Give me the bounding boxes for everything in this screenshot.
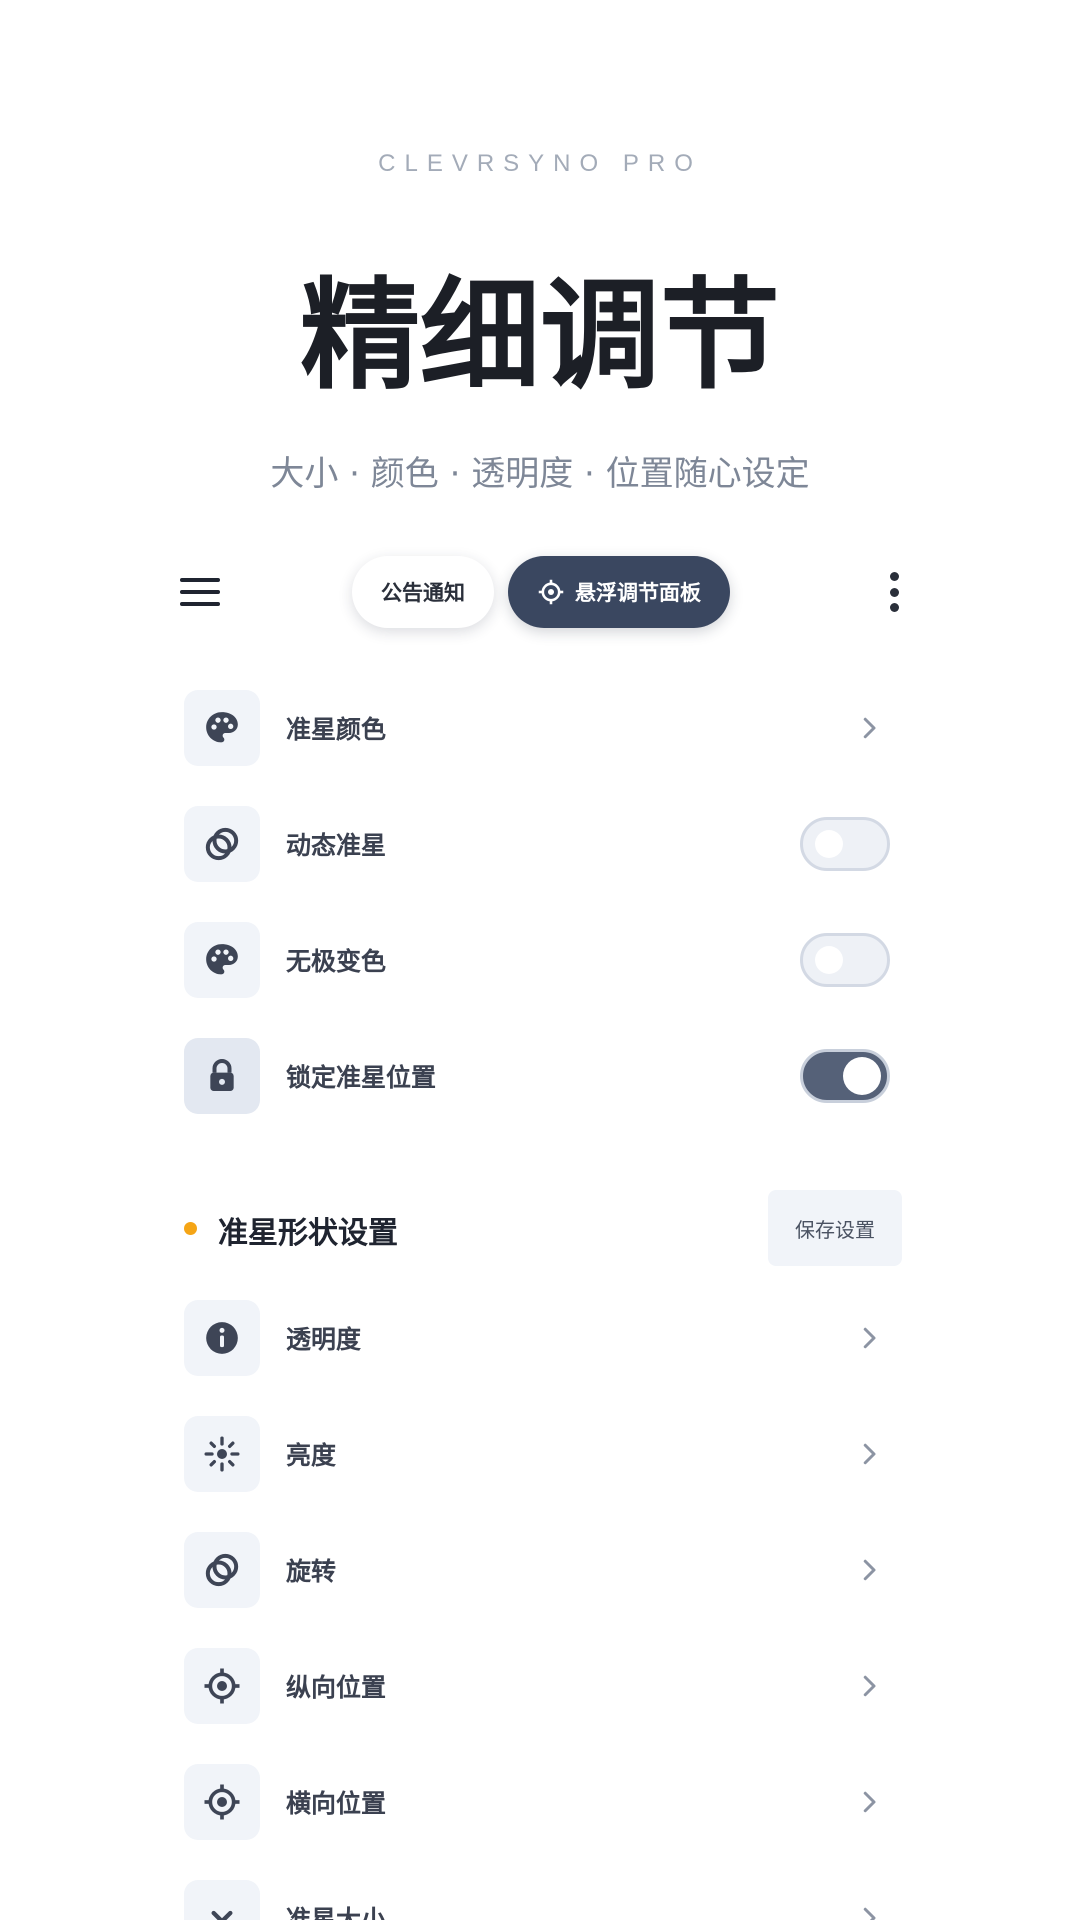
row-vertical-position[interactable]: 纵向位置 xyxy=(184,1648,888,1724)
row-label: 准星颜色 xyxy=(286,715,387,744)
hero-subtitle: 大小 · 颜色 · 透明度 · 位置随心设定 xyxy=(270,454,810,494)
row-label: 动态准星 xyxy=(286,831,387,860)
row-icon-box xyxy=(184,1300,260,1376)
dynamic-crosshair-toggle[interactable] xyxy=(800,817,890,871)
row-opacity[interactable]: 透明度 xyxy=(184,1300,888,1376)
row-icon-box xyxy=(184,1532,260,1608)
chevron-right-icon xyxy=(863,1443,876,1465)
row-label: 旋转 xyxy=(286,1557,337,1586)
palette-icon xyxy=(206,712,238,743)
info-icon xyxy=(206,1322,238,1354)
section-title: 准星形状设置 xyxy=(218,1216,398,1251)
chevron-right-icon xyxy=(863,1675,876,1697)
crosshair-icon xyxy=(538,579,564,605)
row-brightness[interactable]: 亮度 xyxy=(184,1416,888,1492)
tab-float-panel-label: 悬浮调节面板 xyxy=(575,581,701,605)
more-options-icon[interactable] xyxy=(884,572,904,612)
row-icon-box xyxy=(184,1880,260,1920)
row-crosshair-color[interactable]: 准星颜色 xyxy=(184,690,888,766)
lock-position-toggle[interactable] xyxy=(800,1049,890,1103)
row-icon-box xyxy=(184,1038,260,1114)
crosshair-icon xyxy=(204,1668,240,1704)
palette-icon xyxy=(206,944,238,975)
chevron-down-icon xyxy=(211,1910,233,1920)
chevron-right-icon xyxy=(863,1559,876,1581)
tab-float-panel[interactable]: 悬浮调节面板 xyxy=(508,556,730,628)
row-icon-box xyxy=(184,1648,260,1724)
row-icon-box xyxy=(184,690,260,766)
row-stepless-color: 无极变色 xyxy=(184,922,890,998)
rings-icon xyxy=(205,1553,239,1587)
chevron-right-icon xyxy=(863,1791,876,1813)
brightness-icon xyxy=(204,1436,240,1472)
section-dot xyxy=(184,1222,197,1235)
row-dynamic-crosshair: 动态准星 xyxy=(184,806,890,882)
brand-name: CLEVRSYNO PRO xyxy=(378,150,702,177)
rings-icon xyxy=(205,827,239,861)
row-label: 锁定准星位置 xyxy=(286,1063,437,1092)
row-label: 准星大小 xyxy=(286,1905,387,1920)
row-icon-box xyxy=(184,922,260,998)
row-label: 无极变色 xyxy=(286,947,387,976)
menu-icon[interactable] xyxy=(180,576,220,608)
page: CLEVRSYNO PRO 精细调节 大小 · 颜色 · 透明度 · 位置随心设… xyxy=(0,0,1080,1920)
row-label: 横向位置 xyxy=(286,1789,387,1818)
row-horizontal-position[interactable]: 横向位置 xyxy=(184,1764,888,1840)
row-icon-box xyxy=(184,1416,260,1492)
row-label: 透明度 xyxy=(286,1325,362,1354)
chevron-right-icon xyxy=(863,717,876,739)
section-header: 准星形状设置 保存设置 xyxy=(184,1190,902,1266)
row-icon-box xyxy=(184,1764,260,1840)
row-icon-box xyxy=(184,806,260,882)
hero-title: 精细调节 xyxy=(300,267,780,406)
tab-notice[interactable]: 公告通知 xyxy=(352,556,494,628)
crosshair-icon xyxy=(204,1784,240,1820)
row-rotation[interactable]: 旋转 xyxy=(184,1532,888,1608)
chevron-right-icon xyxy=(863,1327,876,1349)
chevron-right-icon xyxy=(863,1907,876,1920)
top-bar: 公告通知 悬浮调节面板 xyxy=(176,556,904,628)
row-label: 纵向位置 xyxy=(286,1673,387,1702)
save-settings-button[interactable]: 保存设置 xyxy=(768,1190,902,1266)
lock-icon xyxy=(210,1059,234,1091)
row-lock-position: 锁定准星位置 xyxy=(184,1038,890,1114)
stepless-color-toggle[interactable] xyxy=(800,933,890,987)
tab-notice-label: 公告通知 xyxy=(381,581,465,605)
row-label: 亮度 xyxy=(286,1441,337,1470)
row-crosshair-size[interactable]: 准星大小 xyxy=(184,1880,888,1920)
